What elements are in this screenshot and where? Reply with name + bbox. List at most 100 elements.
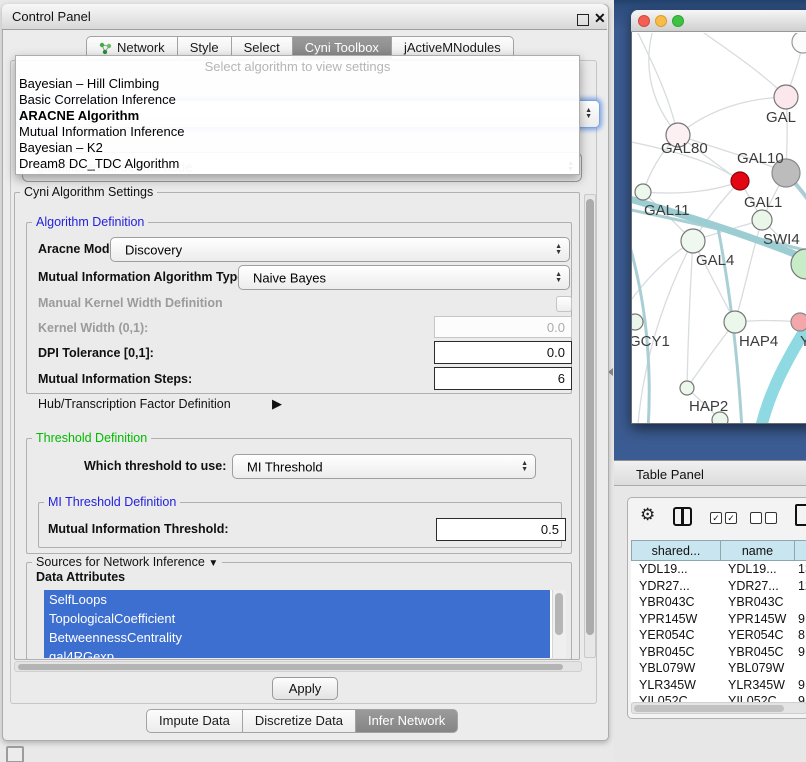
table-cell[interactable]: YBR045C bbox=[631, 644, 720, 661]
attribute-item-selected[interactable]: SelfLoops bbox=[44, 590, 550, 609]
settings-vscrollbar[interactable] bbox=[584, 194, 596, 658]
which-threshold-select[interactable]: MI Threshold ▲▼ bbox=[232, 454, 536, 479]
expand-right-icon[interactable]: ▶ bbox=[272, 396, 282, 412]
close-traffic-light[interactable] bbox=[638, 15, 650, 27]
settings-vscrollbar-thumb[interactable] bbox=[586, 199, 594, 635]
table-cell[interactable]: YLR345W bbox=[720, 677, 794, 694]
network-node[interactable] bbox=[731, 172, 749, 190]
table-cell[interactable]: YBR043C bbox=[631, 594, 720, 611]
table-cell[interactable]: YBR045C bbox=[720, 644, 794, 661]
network-node-hap4[interactable] bbox=[724, 311, 746, 333]
table-cell[interactable] bbox=[794, 660, 806, 677]
settings-hscrollbar-thumb[interactable] bbox=[18, 664, 563, 670]
mi-algorithm-type-select[interactable]: Naive Bayes ▲▼ bbox=[238, 265, 570, 290]
network-edge[interactable] bbox=[643, 181, 740, 193]
attributes-vscrollbar-thumb[interactable] bbox=[555, 593, 563, 635]
network-edge[interactable] bbox=[687, 241, 693, 388]
tab-impute-data[interactable]: Impute Data bbox=[146, 709, 243, 733]
dropdown-item-selected[interactable]: ARACNE Algorithm bbox=[16, 108, 579, 124]
table-cell[interactable]: YIL052C bbox=[631, 693, 720, 702]
attribute-item-selected[interactable]: gal4RGexp bbox=[44, 647, 550, 658]
attribute-item-selected[interactable]: TopologicalCoefficient bbox=[44, 609, 550, 628]
network-node-gal1[interactable] bbox=[752, 210, 772, 230]
table-cell[interactable]: 13 bbox=[794, 561, 806, 578]
table-cell[interactable]: 12 bbox=[794, 578, 806, 595]
attributes-vscrollbar[interactable] bbox=[552, 590, 566, 658]
network-node[interactable] bbox=[712, 412, 728, 423]
column-view-icon[interactable] bbox=[673, 507, 692, 526]
table-cell[interactable]: YBL079W bbox=[720, 660, 794, 677]
network-edge[interactable] bbox=[632, 240, 649, 423]
table-cell[interactable]: YLR345W bbox=[631, 677, 720, 694]
network-node-hap2[interactable] bbox=[680, 381, 694, 395]
table-cell[interactable]: YDR27... bbox=[631, 578, 720, 595]
attribute-item-selected[interactable]: BetweennessCentrality bbox=[44, 628, 550, 647]
column-header-name[interactable]: name bbox=[720, 540, 794, 561]
table-cell[interactable]: YIL052C bbox=[720, 693, 794, 702]
table-row[interactable]: YLR345WYLR345W9. bbox=[631, 677, 806, 694]
network-node-gal11[interactable] bbox=[635, 184, 651, 200]
network-node-gcy1[interactable] bbox=[632, 314, 643, 330]
network-edge[interactable] bbox=[638, 33, 678, 135]
table-hscrollbar-thumb[interactable] bbox=[634, 705, 784, 712]
dropdown-item[interactable]: Basic Correlation Inference bbox=[16, 92, 579, 108]
settings-hscrollbar[interactable] bbox=[14, 661, 582, 672]
tab-discretize-data[interactable]: Discretize Data bbox=[243, 709, 356, 733]
network-node-gal4[interactable] bbox=[681, 229, 705, 253]
table-row[interactable]: YPR145WYPR145W9. bbox=[631, 611, 806, 628]
table-cell[interactable]: YER054C bbox=[720, 627, 794, 644]
table-cell[interactable]: YPR145W bbox=[631, 611, 720, 628]
table-cell[interactable]: YBR043C bbox=[720, 594, 794, 611]
table-cell[interactable]: YDL19... bbox=[720, 561, 794, 578]
table-cell[interactable] bbox=[794, 594, 806, 611]
aracne-mode-select[interactable]: Discovery ▲▼ bbox=[110, 237, 570, 262]
table-cell[interactable]: YPR145W bbox=[720, 611, 794, 628]
dock-panel-icon[interactable] bbox=[6, 746, 24, 762]
gear-icon[interactable]: ⚙ bbox=[640, 505, 655, 525]
table-cell[interactable]: YDR27... bbox=[720, 578, 794, 595]
dropdown-item[interactable]: Bayesian – Hill Climbing bbox=[16, 76, 579, 92]
table-cell[interactable]: YER054C bbox=[631, 627, 720, 644]
apply-button[interactable]: Apply bbox=[272, 677, 338, 700]
table-row[interactable]: YBR045CYBR045C9. bbox=[631, 644, 806, 661]
network-edge[interactable] bbox=[704, 33, 786, 97]
close-icon[interactable]: ✕ bbox=[594, 10, 606, 27]
table-cell[interactable]: 9 bbox=[794, 693, 806, 702]
table-header[interactable]: shared... name bbox=[631, 540, 806, 561]
sources-title[interactable]: Sources for Network Inference ▼ bbox=[32, 555, 222, 569]
table-cell[interactable]: YDL19... bbox=[631, 561, 720, 578]
tab-infer-network[interactable]: Infer Network bbox=[356, 709, 458, 733]
hub-definition-label[interactable]: Hub/Transcription Factor Definition bbox=[38, 397, 231, 411]
mi-threshold-field[interactable]: 0.5 bbox=[436, 518, 566, 541]
dropdown-item[interactable]: Mutual Information Inference bbox=[16, 124, 579, 140]
file-icon[interactable] bbox=[795, 504, 806, 526]
table-hscrollbar[interactable] bbox=[631, 702, 806, 714]
dpi-tolerance-field[interactable]: 0.0 bbox=[434, 341, 572, 364]
deselect-all-icon[interactable] bbox=[750, 512, 762, 524]
dropdown-item[interactable]: Dream8 DC_TDC Algorithm bbox=[16, 156, 579, 172]
network-node[interactable] bbox=[792, 33, 806, 53]
data-attributes-list[interactable]: SelfLoops TopologicalCoefficient Between… bbox=[44, 590, 566, 658]
table-row[interactable]: YDR27...YDR27...12 bbox=[631, 578, 806, 595]
network-graph[interactable]: GALGAL80GAL10GAL11GAL1SWI4GAL4GCY1HAP4YH… bbox=[632, 33, 806, 423]
table-cell[interactable]: 9. bbox=[794, 644, 806, 661]
select-all-icon-2[interactable]: ✓ bbox=[725, 512, 737, 524]
mi-steps-field[interactable]: 6 bbox=[434, 367, 572, 390]
table-cell[interactable]: 9. bbox=[794, 611, 806, 628]
column-header-partial[interactable] bbox=[794, 540, 806, 561]
table-rows[interactable]: YDL19...YDL19...13YDR27...YDR27...12YBR0… bbox=[631, 561, 806, 702]
select-all-icon[interactable]: ✓ bbox=[710, 512, 722, 524]
dropdown-item[interactable]: Bayesian – K2 bbox=[16, 140, 579, 156]
network-edge[interactable] bbox=[687, 322, 735, 388]
column-header-shared-name[interactable]: shared... bbox=[631, 540, 720, 561]
table-cell[interactable]: 8. bbox=[794, 627, 806, 644]
network-node-gal[interactable] bbox=[774, 85, 798, 109]
deselect-all-icon-2[interactable] bbox=[765, 512, 777, 524]
table-row[interactable]: YER054CYER054C8. bbox=[631, 627, 806, 644]
network-node-y[interactable] bbox=[791, 313, 806, 331]
zoom-traffic-light[interactable] bbox=[672, 15, 684, 27]
table-cell[interactable]: YBL079W bbox=[631, 660, 720, 677]
minimize-traffic-light[interactable] bbox=[655, 15, 667, 27]
network-window-titlebar[interactable] bbox=[631, 10, 806, 32]
network-canvas[interactable]: GALGAL80GAL10GAL11GAL1SWI4GAL4GCY1HAP4YH… bbox=[632, 33, 806, 423]
